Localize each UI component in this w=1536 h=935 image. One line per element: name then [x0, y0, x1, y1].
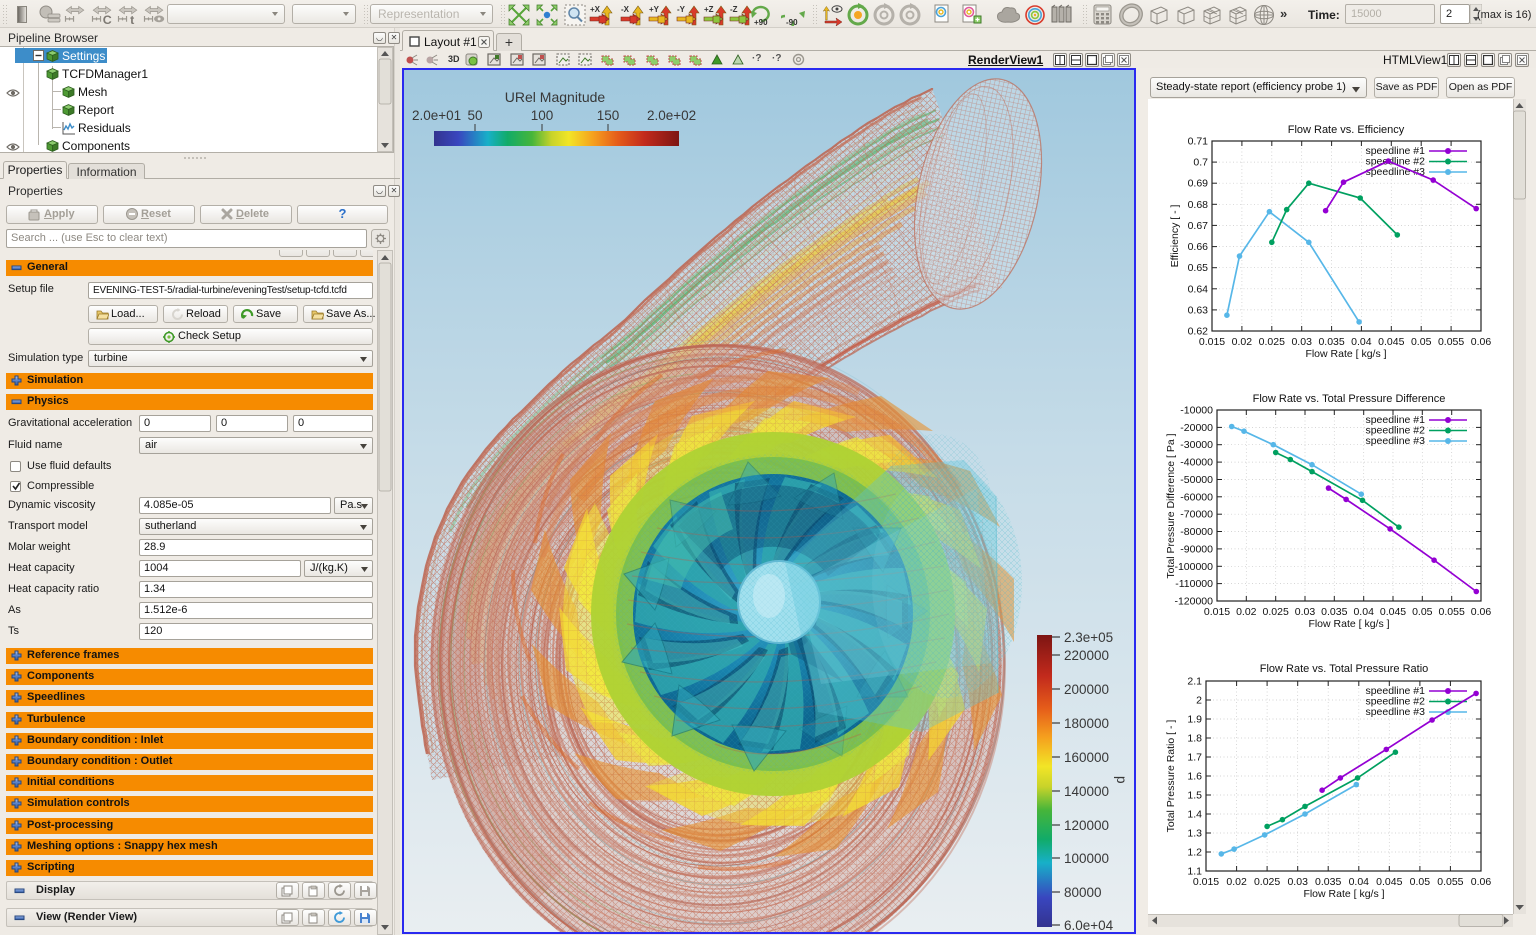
- svg-text:Total Pressure Ratio [ - ]: Total Pressure Ratio [ - ]: [1165, 720, 1177, 833]
- svg-text:-20000: -20000: [1180, 422, 1213, 434]
- svg-text:Total Pressure Difference [ Pa: Total Pressure Difference [ Pa ]: [1165, 433, 1177, 578]
- svg-text:-10000: -10000: [1180, 405, 1213, 417]
- svg-text:Flow Rate vs. Efficiency: Flow Rate vs. Efficiency: [1288, 124, 1405, 136]
- svg-text:0.055: 0.055: [1438, 336, 1464, 348]
- svg-text:0.02: 0.02: [1226, 876, 1247, 888]
- svg-text:0.025: 0.025: [1259, 336, 1285, 348]
- svg-text:Flow Rate vs. Total Pressure R: Flow Rate vs. Total Pressure Ratio: [1260, 663, 1429, 675]
- svg-text:0.66: 0.66: [1188, 241, 1209, 253]
- svg-text:+X: +X: [590, 5, 601, 14]
- svg-text:0.02: 0.02: [1232, 336, 1253, 348]
- svg-text:0.64: 0.64: [1188, 283, 1209, 295]
- svg-text:-90000: -90000: [1180, 543, 1213, 555]
- svg-text:0.035: 0.035: [1321, 606, 1347, 618]
- svg-text:+90: +90: [754, 18, 768, 26]
- svg-text:Flow Rate [ kg/s ]: Flow Rate [ kg/s ]: [1305, 348, 1386, 360]
- svg-text:-80000: -80000: [1180, 526, 1213, 538]
- svg-text:1.5: 1.5: [1187, 790, 1202, 802]
- svg-text:-30000: -30000: [1180, 439, 1213, 451]
- svg-text:0.045: 0.045: [1380, 606, 1406, 618]
- svg-text:1.8: 1.8: [1187, 733, 1202, 745]
- svg-text:Efficiency [ - ]: Efficiency [ - ]: [1169, 205, 1181, 268]
- svg-text:0.67: 0.67: [1188, 220, 1209, 232]
- svg-text:0.05: 0.05: [1412, 606, 1433, 618]
- svg-text:0.63: 0.63: [1188, 304, 1209, 316]
- svg-text:0.04: 0.04: [1351, 336, 1372, 348]
- svg-text:0.68: 0.68: [1188, 199, 1209, 211]
- svg-text:-60000: -60000: [1180, 491, 1213, 503]
- svg-text:0.03: 0.03: [1287, 876, 1308, 888]
- svg-text:0.03: 0.03: [1291, 336, 1312, 348]
- svg-text:0.035: 0.035: [1315, 876, 1341, 888]
- svg-text:1.4: 1.4: [1187, 809, 1202, 821]
- svg-text:-110000: -110000: [1175, 578, 1213, 590]
- svg-text:0.03: 0.03: [1295, 606, 1316, 618]
- svg-text:2: 2: [1196, 695, 1202, 707]
- svg-text:speedline #3: speedline #3: [1365, 435, 1425, 447]
- svg-text:t: t: [130, 13, 134, 24]
- svg-text:0.06: 0.06: [1471, 336, 1492, 348]
- svg-text:C: C: [103, 13, 112, 24]
- svg-text:0.015: 0.015: [1193, 876, 1219, 888]
- svg-text:0.65: 0.65: [1188, 262, 1209, 274]
- svg-text:0.015: 0.015: [1199, 336, 1225, 348]
- svg-text:0.69: 0.69: [1188, 178, 1209, 190]
- svg-text:0.025: 0.025: [1254, 876, 1280, 888]
- svg-text:0.035: 0.035: [1318, 336, 1344, 348]
- svg-text:1.2: 1.2: [1187, 847, 1202, 859]
- svg-text:0.045: 0.045: [1376, 876, 1402, 888]
- svg-text:0.7: 0.7: [1193, 157, 1208, 169]
- svg-text:1.9: 1.9: [1187, 714, 1202, 726]
- svg-text:0.045: 0.045: [1378, 336, 1404, 348]
- svg-text:0.025: 0.025: [1263, 606, 1289, 618]
- svg-text:0.04: 0.04: [1349, 876, 1370, 888]
- svg-text:-Z: -Z: [730, 5, 738, 14]
- svg-text:-50000: -50000: [1180, 474, 1213, 486]
- svg-text:Flow Rate [ kg/s ]: Flow Rate [ kg/s ]: [1303, 888, 1384, 900]
- svg-text:-X: -X: [621, 5, 630, 14]
- svg-text:0.05: 0.05: [1411, 336, 1432, 348]
- svg-text:0.06: 0.06: [1471, 876, 1492, 888]
- svg-text:1.7: 1.7: [1187, 752, 1202, 764]
- svg-text:0.71: 0.71: [1188, 136, 1209, 148]
- svg-text:0.05: 0.05: [1410, 876, 1431, 888]
- svg-text:Flow Rate [ kg/s ]: Flow Rate [ kg/s ]: [1308, 618, 1389, 630]
- svg-text:0.06: 0.06: [1471, 606, 1492, 618]
- svg-text:-70000: -70000: [1180, 509, 1213, 521]
- svg-text:-100000: -100000: [1174, 561, 1213, 573]
- svg-text:speedline #3: speedline #3: [1365, 706, 1425, 718]
- svg-text:1.6: 1.6: [1187, 771, 1202, 783]
- svg-text:0.02: 0.02: [1236, 606, 1257, 618]
- svg-text:Flow Rate vs. Total Pressure D: Flow Rate vs. Total Pressure Difference: [1253, 393, 1446, 405]
- svg-text:0.015: 0.015: [1204, 606, 1230, 618]
- svg-text:+Y: +Y: [649, 5, 660, 14]
- svg-text:0.055: 0.055: [1439, 606, 1465, 618]
- svg-text:1.3: 1.3: [1187, 828, 1202, 840]
- svg-text:0.04: 0.04: [1353, 606, 1374, 618]
- svg-text:+Z: +Z: [704, 5, 714, 14]
- svg-text:2.1: 2.1: [1187, 676, 1202, 688]
- svg-text:0.055: 0.055: [1437, 876, 1463, 888]
- svg-text:-40000: -40000: [1180, 457, 1213, 469]
- svg-text:-90: -90: [786, 18, 798, 26]
- svg-text:-Y: -Y: [677, 5, 686, 14]
